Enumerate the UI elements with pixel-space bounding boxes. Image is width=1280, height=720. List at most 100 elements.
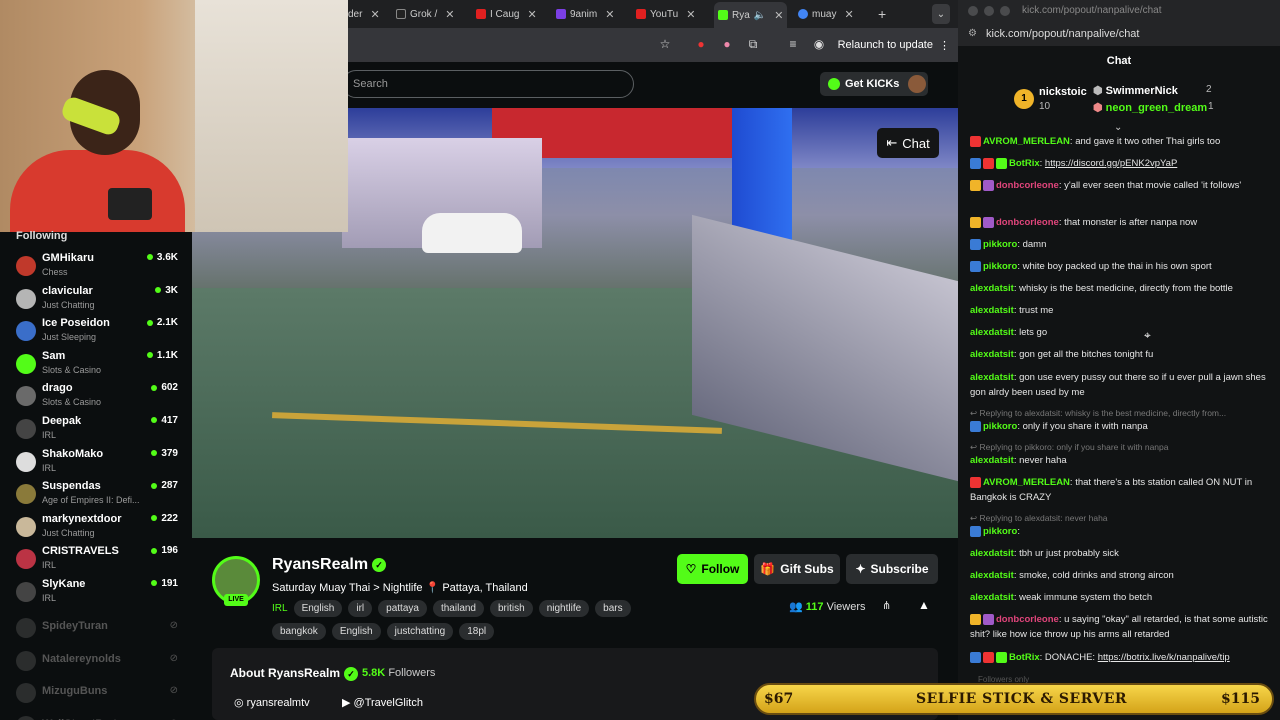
- chat-username[interactable]: pikkoro: [983, 421, 1017, 432]
- popout-address-bar[interactable]: ⚙ kick.com/popout/nanpalive/chat: [958, 22, 1280, 46]
- extension-icon[interactable]: ●: [694, 37, 708, 51]
- sidebar-item[interactable]: drago Slots & Casino 602: [16, 382, 182, 414]
- close-icon[interactable]: ✕: [686, 8, 695, 21]
- collapse-leaderboard-icon[interactable]: ⌄: [1114, 122, 1122, 133]
- browser-tab[interactable]: 9anim ✕: [556, 4, 614, 24]
- tab-search-button[interactable]: ⌄: [932, 4, 950, 24]
- chat-message[interactable]: alexdatsit: weak immune system tho betch: [970, 590, 1270, 605]
- more-menu-icon[interactable]: ⋮: [939, 39, 950, 52]
- close-icon[interactable]: ✕: [605, 8, 614, 21]
- site-settings-icon[interactable]: ⚙: [968, 28, 977, 39]
- category-link[interactable]: IRL: [272, 600, 288, 617]
- browser-tab-active[interactable]: Rya 🔈 ✕: [714, 2, 788, 28]
- chat-message[interactable]: donbcorleone: y'all ever seen that movie…: [970, 178, 1270, 193]
- stream-tag[interactable]: british: [490, 600, 533, 617]
- new-tab-button[interactable]: +: [878, 4, 886, 24]
- zoom-window-button[interactable]: [1000, 6, 1010, 16]
- chat-message[interactable]: alexdatsit: tbh ur just probably sick: [970, 546, 1270, 561]
- stream-tag[interactable]: English: [331, 623, 381, 640]
- chat-message[interactable]: alexdatsit: never haha: [970, 453, 1270, 468]
- chat-message[interactable]: alexdatsit: gon use every pussy out ther…: [970, 370, 1270, 400]
- chat-username[interactable]: donbcorleone: [996, 180, 1059, 191]
- chat-username[interactable]: alexdatsit: [970, 592, 1014, 603]
- sidebar-item-offline[interactable]: Natalereynolds ⊘: [16, 647, 182, 679]
- chat-message[interactable]: AVROM_MERLEAN: and gave it two other Tha…: [970, 134, 1270, 149]
- chat-message[interactable]: BotRix: DONACHE: https://botrix.live/k/n…: [970, 650, 1270, 665]
- sidebar-item[interactable]: GMHikaru Chess 3.6K: [16, 252, 182, 284]
- media-controls-icon[interactable]: ≡: [786, 37, 800, 51]
- show-chat-button[interactable]: ⇤ Chat: [877, 128, 939, 158]
- chat-username[interactable]: alexdatsit: [970, 570, 1014, 581]
- sidebar-item[interactable]: Deepak IRL 417: [16, 415, 182, 447]
- chat-username[interactable]: alexdatsit: [970, 305, 1014, 316]
- stream-tag[interactable]: bars: [595, 600, 631, 617]
- stream-tag[interactable]: bangkok: [272, 623, 326, 640]
- relaunch-button[interactable]: Relaunch to update ⋮: [838, 35, 950, 55]
- chat-message[interactable]: alexdatsit: whisky is the best medicine,…: [970, 281, 1270, 296]
- browser-tab[interactable]: Grok / ✕: [396, 4, 454, 24]
- sidebar-item[interactable]: SlyKane IRL 191: [16, 578, 182, 610]
- channel-name[interactable]: RyansRealm ✓: [272, 556, 387, 574]
- chat-message[interactable]: alexdatsit: lets go: [970, 325, 1270, 340]
- chat-username[interactable]: donbcorleone: [996, 614, 1059, 625]
- speaker-icon[interactable]: 🔈: [754, 10, 766, 21]
- chat-message[interactable]: alexdatsit: trust me: [970, 303, 1270, 318]
- share-icon[interactable]: ⋔: [882, 599, 891, 612]
- chat-username[interactable]: pikkoro: [983, 261, 1017, 272]
- chat-message[interactable]: pikkoro: damn: [970, 237, 1270, 252]
- stream-tag[interactable]: justchatting: [386, 623, 454, 640]
- browser-tab[interactable]: I Caug ✕: [476, 4, 537, 24]
- user-avatar[interactable]: [908, 75, 926, 93]
- close-icon[interactable]: ✕: [370, 8, 379, 21]
- sidebar-item[interactable]: ShakoMako IRL 379: [16, 448, 182, 480]
- close-icon[interactable]: ✕: [844, 8, 853, 21]
- report-warning-icon[interactable]: ▲: [918, 598, 930, 612]
- stream-tag[interactable]: nightlife: [538, 600, 590, 617]
- chat-message[interactable]: donbcorleone: that monster is after nanp…: [970, 215, 1270, 230]
- chat-username[interactable]: alexdatsit: [970, 548, 1014, 559]
- chat-username[interactable]: alexdatsit: [970, 327, 1014, 338]
- chat-username[interactable]: alexdatsit: [970, 372, 1014, 383]
- browser-tab[interactable]: der ✕: [348, 4, 380, 24]
- chat-username[interactable]: pikkoro: [983, 239, 1017, 250]
- stream-tag[interactable]: English: [293, 600, 343, 617]
- close-icon[interactable]: ✕: [445, 8, 454, 21]
- search-input[interactable]: Search: [342, 70, 634, 98]
- chat-username[interactable]: alexdatsit: [970, 455, 1014, 466]
- sidebar-item-offline[interactable]: SpideyTuran ⊘: [16, 614, 182, 646]
- chat-username[interactable]: pikkoro: [983, 526, 1017, 537]
- leader-name[interactable]: nickstoic: [1039, 86, 1087, 98]
- chat-username[interactable]: AVROM_MERLEAN: [983, 136, 1070, 147]
- instagram-link[interactable]: ◎ ryansrealmtv: [234, 696, 310, 709]
- close-window-button[interactable]: [968, 6, 978, 16]
- leader-second[interactable]: ⬢ SwimmerNick: [1093, 84, 1178, 97]
- chat-message[interactable]: pikkoro:: [970, 524, 1270, 539]
- stream-tag[interactable]: thailand: [432, 600, 484, 617]
- profile-icon[interactable]: ◉: [812, 37, 826, 51]
- chat-message[interactable]: pikkoro: only if you share it with nanpa: [970, 419, 1270, 434]
- browser-tab[interactable]: muay ✕: [798, 4, 854, 24]
- bookmark-star-icon[interactable]: ☆: [658, 37, 672, 51]
- extensions-puzzle-icon[interactable]: ⧉: [746, 37, 760, 51]
- sidebar-item-offline[interactable]: WallStreetParty⊘: [16, 712, 182, 720]
- browser-tab[interactable]: YouTu ✕: [636, 4, 695, 24]
- sidebar-item[interactable]: Sam Slots & Casino 1.1K: [16, 350, 182, 382]
- chat-message[interactable]: alexdatsit: gon get all the bitches toni…: [970, 347, 1270, 362]
- follow-button[interactable]: ♡ Follow: [677, 554, 748, 584]
- close-icon[interactable]: ✕: [527, 8, 536, 21]
- chat-message[interactable]: pikkoro: white boy packed up the thai in…: [970, 259, 1270, 274]
- chat-link[interactable]: https://discord.gg/pENK2vpYaP: [1045, 158, 1177, 169]
- chat-link[interactable]: https://botrix.live/k/nanpalive/tip: [1098, 652, 1230, 663]
- close-icon[interactable]: ✕: [774, 9, 783, 22]
- chat-username[interactable]: alexdatsit: [970, 349, 1014, 360]
- gift-subs-button[interactable]: 🎁 Gift Subs: [754, 554, 840, 584]
- chat-username[interactable]: AVROM_MERLEAN: [983, 477, 1070, 488]
- sidebar-item[interactable]: markynextdoor Just Chatting 222: [16, 513, 182, 545]
- chat-username[interactable]: BotRix: [1009, 652, 1040, 663]
- chat-username[interactable]: alexdatsit: [970, 283, 1014, 294]
- chat-username[interactable]: BotRix: [1009, 158, 1040, 169]
- chat-username[interactable]: donbcorleone: [996, 217, 1059, 228]
- stream-tag[interactable]: pattaya: [378, 600, 427, 617]
- chat-message[interactable]: alexdatsit: smoke, cold drinks and stron…: [970, 568, 1270, 583]
- stream-tag[interactable]: 18pl: [459, 623, 495, 640]
